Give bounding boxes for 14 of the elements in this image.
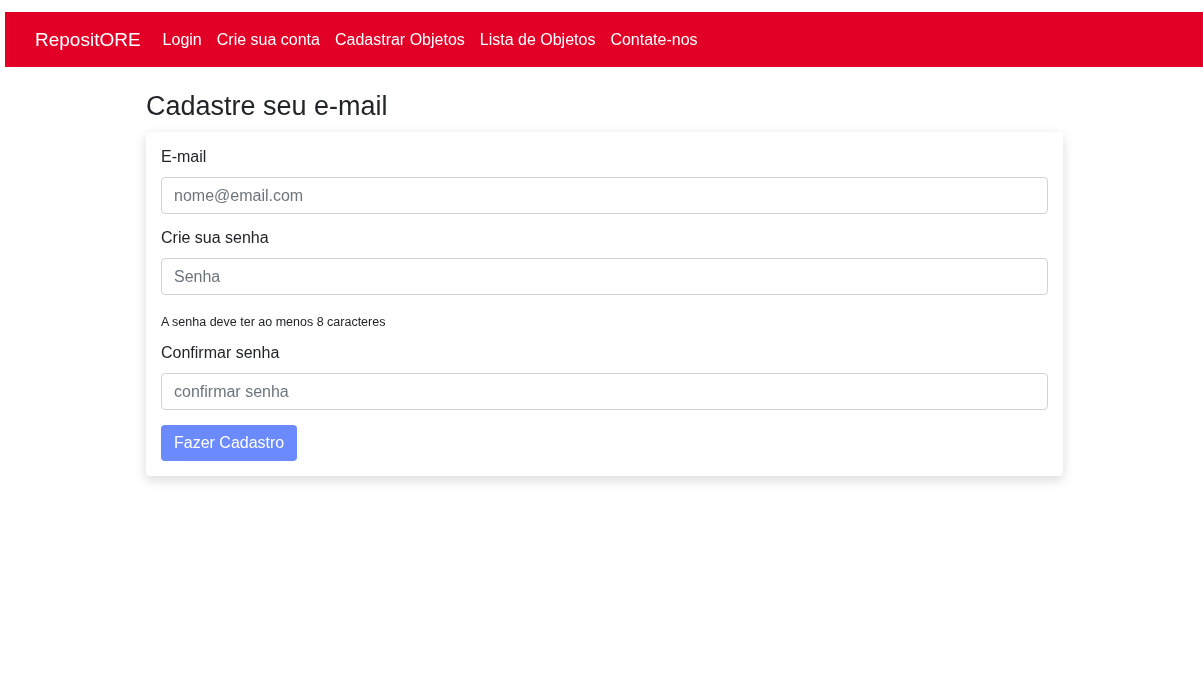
input-field[interactable]: Senha (161, 258, 1048, 295)
field-label: E-mail (161, 148, 208, 166)
nav-link[interactable]: Crie sua conta (216, 30, 320, 49)
brand-link[interactable]: RepositORE (35, 28, 141, 51)
nav-link[interactable]: Login (162, 30, 202, 49)
nav-link[interactable]: Contate-nos (610, 30, 698, 49)
field-label: Confirmar senha (161, 344, 281, 362)
nav-link[interactable]: Cadastrar Objetos (334, 30, 465, 49)
help-text: A senha deve ter ao menos 8 caracteres (161, 315, 387, 329)
nav-link[interactable]: Lista de Objetos (479, 30, 596, 49)
input-field[interactable]: confirmar senha (161, 373, 1048, 410)
field-label: Crie sua senha (161, 229, 270, 247)
page-heading: Cadastre seu e-mail (146, 91, 389, 122)
input-field[interactable]: nome@email.com (161, 177, 1048, 214)
